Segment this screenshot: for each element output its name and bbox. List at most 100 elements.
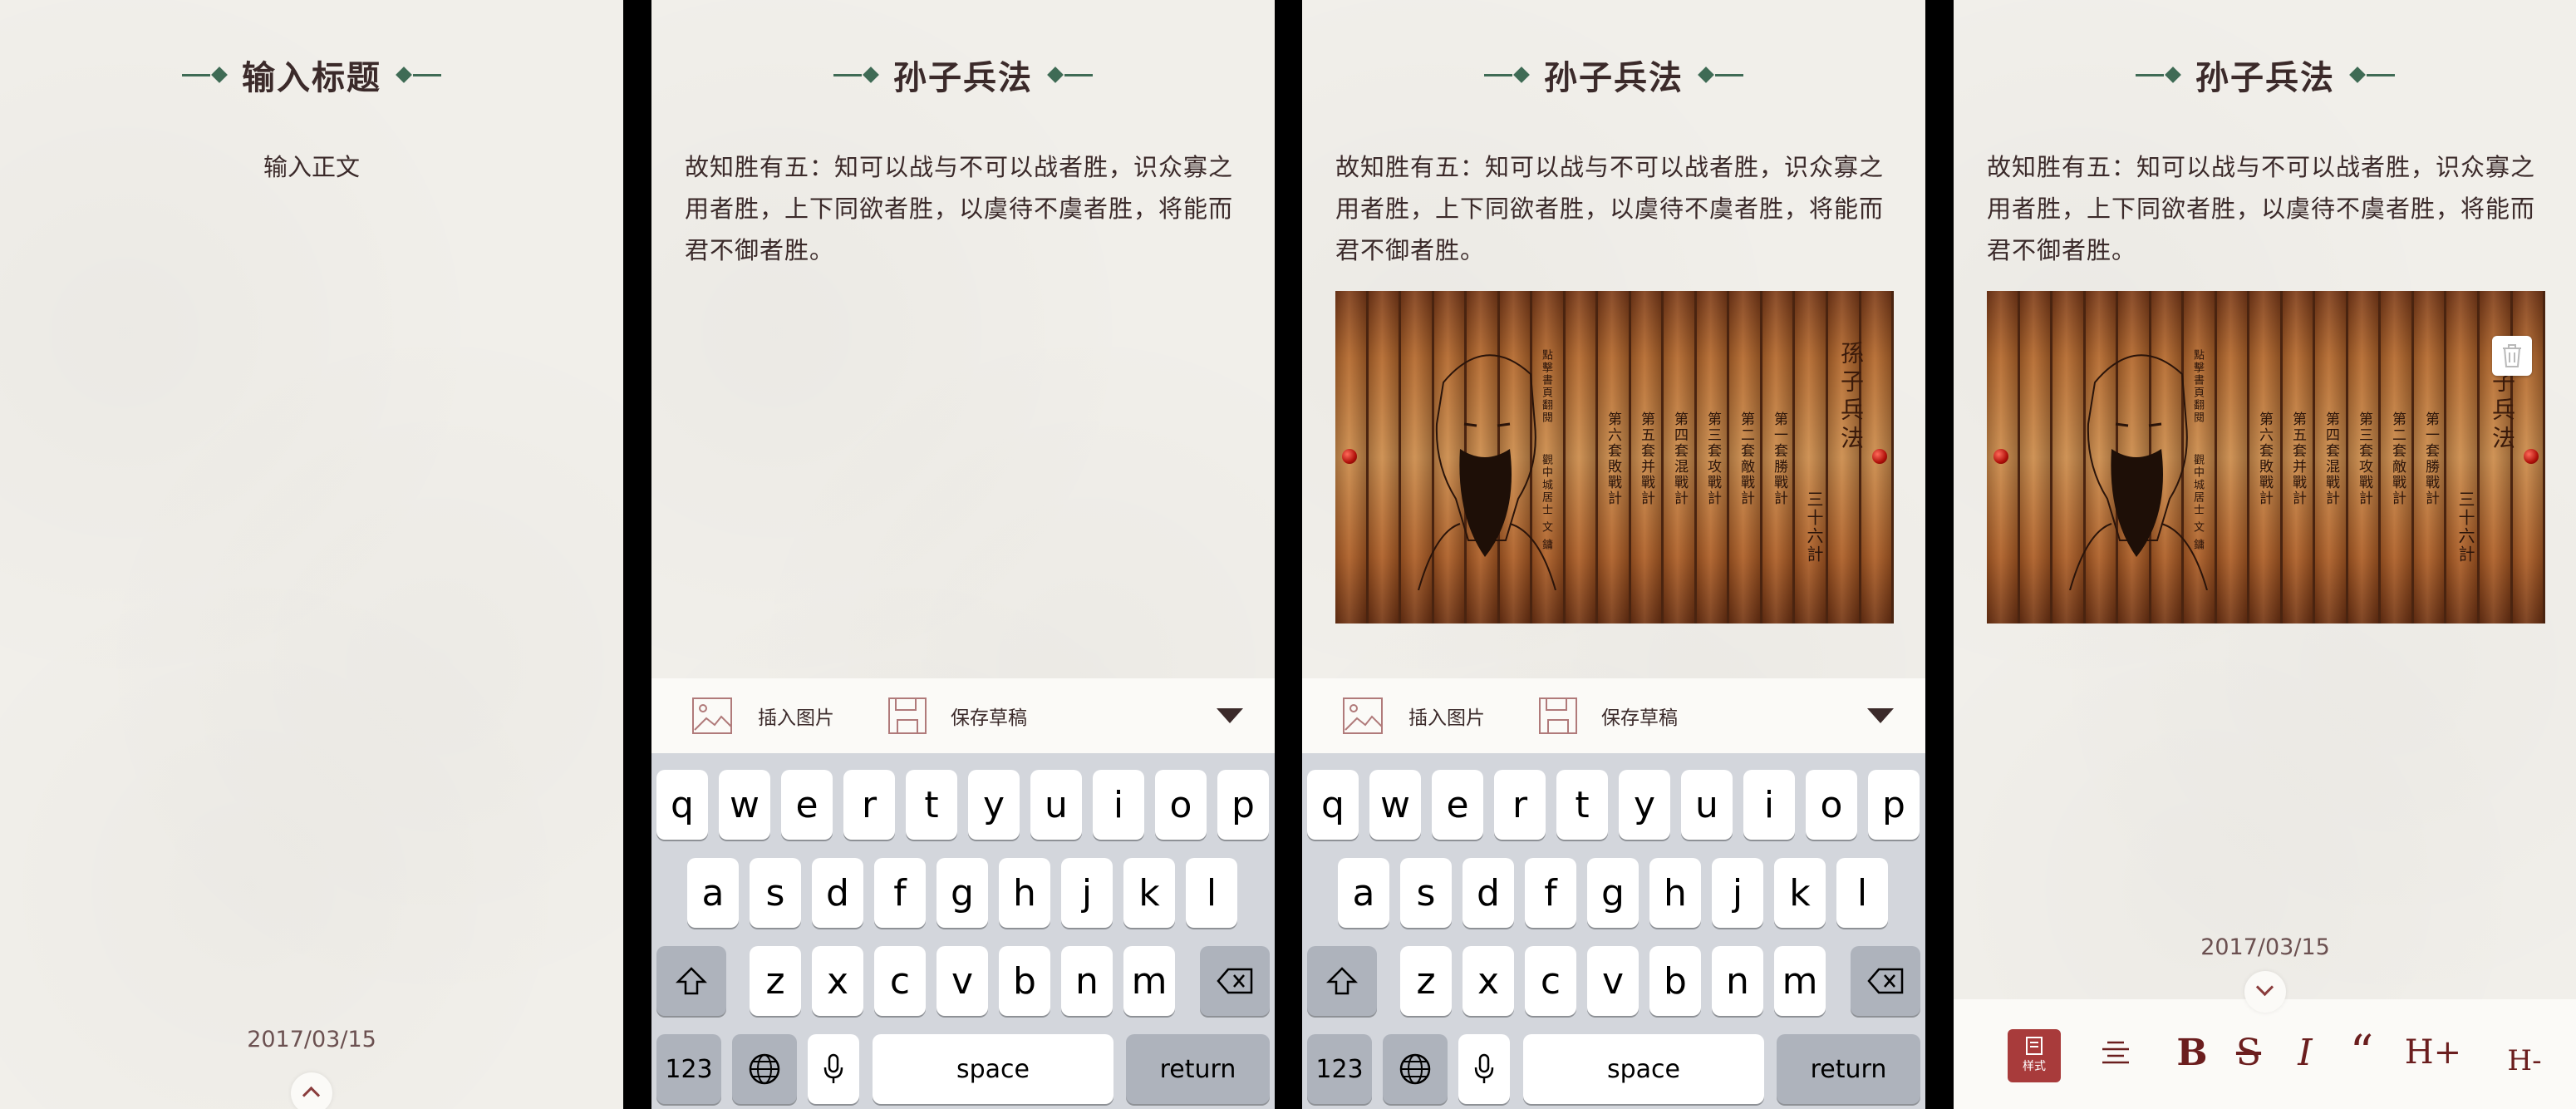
key-s[interactable]: s <box>750 858 801 928</box>
title-input[interactable]: 孙子兵法 <box>2195 51 2335 99</box>
save-draft-button[interactable]: 保存草稿 <box>1538 697 1678 735</box>
key-g[interactable]: g <box>1587 858 1639 928</box>
key-r[interactable]: r <box>843 770 895 840</box>
red-bead-left <box>1342 449 1357 464</box>
key-u[interactable]: u <box>1681 770 1733 840</box>
key-e[interactable]: e <box>1432 770 1483 840</box>
key-d[interactable]: d <box>1463 858 1514 928</box>
numbers-key[interactable]: 123 <box>656 1034 721 1104</box>
return-key[interactable]: return <box>1126 1034 1270 1104</box>
key-e[interactable]: e <box>781 770 833 840</box>
key-i[interactable]: i <box>1093 770 1144 840</box>
numbers-key[interactable]: 123 <box>1307 1034 1372 1104</box>
style-button[interactable]: 样式 <box>2008 1029 2061 1082</box>
key-c[interactable]: c <box>874 946 926 1016</box>
shift-key[interactable] <box>1307 946 1377 1016</box>
key-t[interactable]: t <box>906 770 957 840</box>
key-j[interactable]: j <box>1712 858 1763 928</box>
hide-keyboard-icon[interactable] <box>1867 708 1894 723</box>
key-l[interactable]: l <box>1836 858 1888 928</box>
key-o[interactable]: o <box>1155 770 1207 840</box>
bold-button[interactable]: B <box>2171 1028 2213 1077</box>
key-b[interactable]: b <box>999 946 1050 1016</box>
italic-button[interactable]: I <box>2284 1028 2326 1077</box>
microphone-icon <box>823 1053 843 1083</box>
space-key[interactable]: space <box>873 1034 1113 1104</box>
key-o[interactable]: o <box>1806 770 1857 840</box>
key-v[interactable]: v <box>937 946 988 1016</box>
microphone-key[interactable] <box>1458 1034 1510 1104</box>
key-a[interactable]: a <box>1338 858 1389 928</box>
insert-image-button[interactable]: 插入图片 <box>1342 697 1485 735</box>
key-f[interactable]: f <box>874 858 926 928</box>
save-draft-button[interactable]: 保存草稿 <box>887 697 1027 735</box>
insert-image-button[interactable]: 插入图片 <box>691 697 834 735</box>
key-r[interactable]: r <box>1494 770 1546 840</box>
body-input[interactable]: 输入正文 <box>0 148 623 183</box>
editor-toolbar: 插入图片 保存草稿 <box>1302 678 1925 753</box>
microphone-key[interactable] <box>808 1034 859 1104</box>
key-m[interactable]: m <box>1774 946 1826 1016</box>
key-d[interactable]: d <box>812 858 863 928</box>
key-l[interactable]: l <box>1186 858 1237 928</box>
key-v[interactable]: v <box>1587 946 1639 1016</box>
key-j[interactable]: j <box>1061 858 1113 928</box>
expand-toolbar-button[interactable] <box>291 1072 332 1109</box>
key-z[interactable]: z <box>1400 946 1452 1016</box>
collapse-toolbar-button[interactable] <box>2244 971 2286 1013</box>
key-y[interactable]: y <box>1619 770 1670 840</box>
key-w[interactable]: w <box>1369 770 1421 840</box>
key-x[interactable]: x <box>1463 946 1514 1016</box>
heading-increase-button[interactable]: H+ <box>2402 1028 2464 1077</box>
body-input[interactable]: 故知胜有五：知可以战与不可以战者胜，识众寡之用者胜，上下同欲者胜，以虞待不虞者胜… <box>1335 146 1894 271</box>
key-n[interactable]: n <box>1712 946 1763 1016</box>
body-input[interactable]: 故知胜有五：知可以战与不可以战者胜，识众寡之用者胜，上下同欲者胜，以虞待不虞者胜… <box>1987 146 2545 271</box>
title-input[interactable]: 孙子兵法 <box>1544 51 1684 99</box>
globe-key[interactable] <box>1383 1034 1448 1104</box>
key-a[interactable]: a <box>687 858 739 928</box>
key-s[interactable]: s <box>1400 858 1452 928</box>
return-key[interactable]: return <box>1777 1034 1920 1104</box>
delete-key[interactable] <box>1851 946 1920 1016</box>
delete-key[interactable] <box>1200 946 1270 1016</box>
space-key[interactable]: space <box>1523 1034 1764 1104</box>
inserted-image[interactable]: 點擊書頁翻閱 觀中城居士 文 鏞 第六套敗戰計 第五套并戰計 第四套混戰計 第三… <box>1335 291 1894 624</box>
title-input[interactable]: 孙子兵法 <box>893 51 1033 99</box>
hide-keyboard-icon[interactable] <box>1217 708 1243 723</box>
key-x[interactable]: x <box>812 946 863 1016</box>
key-k[interactable]: k <box>1774 858 1826 928</box>
strikethrough-button[interactable]: S <box>2228 1028 2269 1077</box>
delete-image-button[interactable] <box>2492 336 2532 376</box>
key-q[interactable]: q <box>656 770 708 840</box>
title-input[interactable]: 输入标题 <box>242 51 381 99</box>
shift-key[interactable] <box>656 946 726 1016</box>
key-h[interactable]: h <box>999 858 1050 928</box>
key-i[interactable]: i <box>1743 770 1795 840</box>
key-u[interactable]: u <box>1030 770 1082 840</box>
key-g[interactable]: g <box>937 858 988 928</box>
key-t[interactable]: t <box>1556 770 1608 840</box>
key-c[interactable]: c <box>1525 946 1576 1016</box>
globe-key[interactable] <box>732 1034 797 1104</box>
key-f[interactable]: f <box>1525 858 1576 928</box>
key-y[interactable]: y <box>968 770 1020 840</box>
key-q[interactable]: q <box>1307 770 1359 840</box>
key-k[interactable]: k <box>1123 858 1175 928</box>
key-z[interactable]: z <box>750 946 801 1016</box>
inserted-image[interactable]: 點擊書頁翻閱 觀中城居士 文 鏞 第六套敗戰計 第五套并戰計 第四套混戰計 第三… <box>1987 291 2545 624</box>
heading-decrease-button[interactable]: H- <box>2494 1036 2555 1086</box>
align-button[interactable] <box>2095 1028 2136 1077</box>
key-b[interactable]: b <box>1649 946 1701 1016</box>
key-n[interactable]: n <box>1061 946 1113 1016</box>
title-row: 孙子兵法 <box>1302 50 1925 100</box>
quote-button[interactable]: “ <box>2341 1026 2382 1080</box>
title-ornament-right <box>1046 67 1093 83</box>
chapter-6: 第六套敗戰計 <box>1605 412 1621 506</box>
title-ornament-left <box>833 67 880 83</box>
key-p[interactable]: p <box>1868 770 1920 840</box>
key-h[interactable]: h <box>1649 858 1701 928</box>
body-input[interactable]: 故知胜有五：知可以战与不可以战者胜，识众寡之用者胜，上下同欲者胜，以虞待不虞者胜… <box>685 146 1243 271</box>
key-w[interactable]: w <box>719 770 770 840</box>
key-p[interactable]: p <box>1217 770 1269 840</box>
key-m[interactable]: m <box>1123 946 1175 1016</box>
